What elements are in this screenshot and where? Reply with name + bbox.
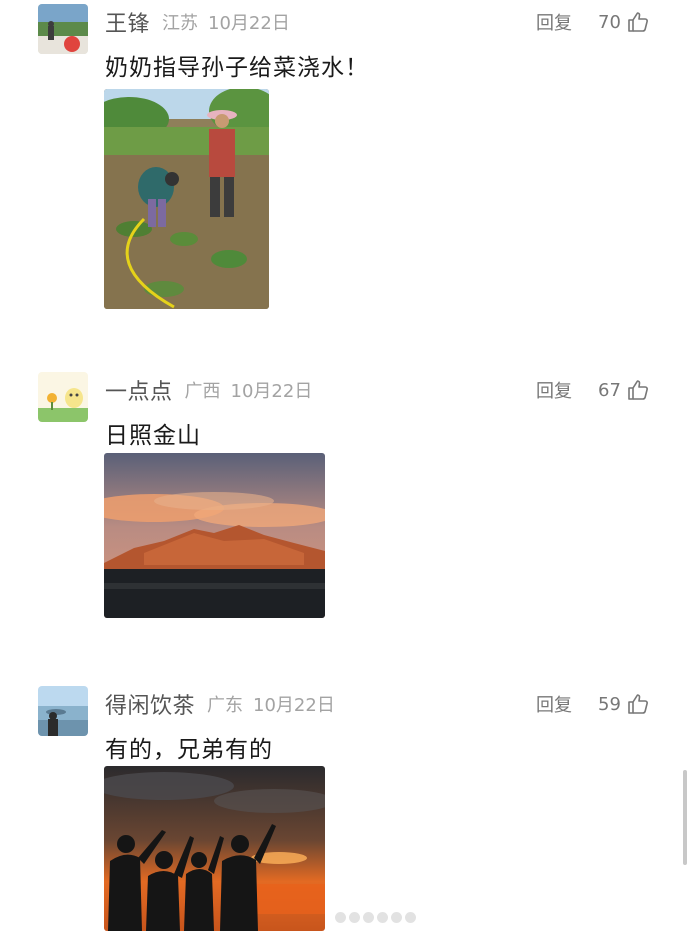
- reply-button[interactable]: 回复: [536, 4, 572, 40]
- comment-text: 奶奶指导孙子给菜浇水！: [105, 55, 369, 81]
- like-button[interactable]: 67: [598, 372, 650, 408]
- comment-meta: 一点点 广西 10月22日: [105, 372, 312, 408]
- reply-button[interactable]: 回复: [536, 372, 572, 408]
- date-label: 10月22日: [253, 695, 335, 716]
- comment-photo[interactable]: [104, 766, 325, 931]
- reply-button[interactable]: 回复: [536, 686, 572, 722]
- username[interactable]: 得闲饮茶: [105, 688, 195, 720]
- region-label: 广东: [207, 695, 244, 716]
- like-count: 59: [598, 693, 621, 715]
- comment-text: 日照金山: [105, 423, 201, 449]
- thumbs-up-icon: [628, 12, 648, 32]
- date-label: 10月22日: [230, 381, 313, 402]
- avatar[interactable]: [38, 372, 88, 422]
- date-label: 10月22日: [208, 13, 290, 34]
- username[interactable]: 一点点: [105, 374, 173, 406]
- garden-watering-photo: [104, 89, 269, 309]
- like-count: 70: [598, 11, 621, 33]
- comment-meta: 王锋 江苏 10月22日: [105, 4, 290, 40]
- comment-photo[interactable]: [104, 89, 269, 309]
- sunset-friends-photo: [104, 766, 325, 931]
- comment-photo[interactable]: [104, 453, 325, 618]
- region-label: 广西: [184, 381, 221, 402]
- region-label: 江苏: [162, 13, 199, 34]
- avatar[interactable]: [38, 686, 88, 736]
- golden-mountain-photo: [104, 453, 325, 618]
- like-count: 67: [598, 379, 621, 401]
- scrollbar[interactable]: [683, 770, 687, 865]
- like-button[interactable]: 59: [598, 686, 650, 722]
- comment-meta: 得闲饮茶 广东 10月22日: [105, 686, 335, 722]
- avatar[interactable]: [38, 4, 88, 54]
- watermark: [335, 903, 416, 931]
- like-button[interactable]: 70: [598, 4, 650, 40]
- thumbs-up-icon: [628, 694, 648, 714]
- thumbs-up-icon: [628, 380, 648, 400]
- comment-text: 有的，兄弟有的: [105, 737, 273, 763]
- username[interactable]: 王锋: [105, 6, 150, 38]
